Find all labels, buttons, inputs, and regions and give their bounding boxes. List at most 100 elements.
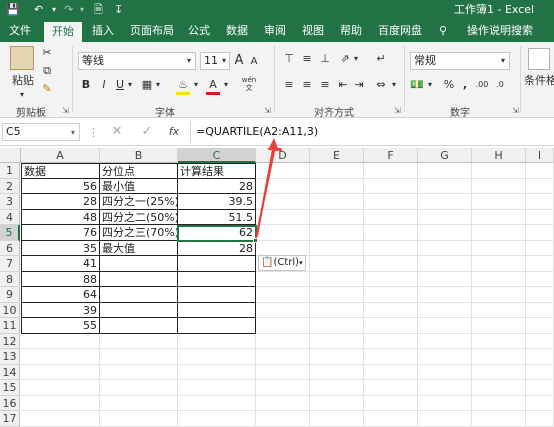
cell-g7[interactable] [418,256,472,272]
number-launcher-icon[interactable]: ⇲ [512,106,519,115]
tell-me-search[interactable]: 操作说明搜索 [454,20,546,42]
column-header-c[interactable]: C [178,148,256,163]
cell-c9[interactable] [178,287,256,303]
cell-f6[interactable] [364,240,418,256]
cell-a8[interactable]: 88 [21,271,100,287]
row-header-14[interactable]: 14 [0,364,20,380]
cell-c13[interactable] [178,349,256,365]
cell-a5[interactable]: 76 [21,225,100,241]
cell-i5[interactable] [526,225,554,241]
tab-data[interactable]: 数据 [220,20,254,42]
cell-g13[interactable] [418,349,472,365]
cut-icon[interactable]: ✂ [40,46,54,60]
cell-h6[interactable] [472,240,526,256]
cell-c16[interactable] [178,395,256,411]
cell-i12[interactable] [526,333,554,349]
cell-e8[interactable] [310,271,364,287]
cell-d13[interactable] [256,349,310,365]
cell-b1[interactable]: 分位点 [100,163,178,179]
cell-g3[interactable] [418,194,472,210]
column-header-i[interactable]: I [526,148,554,163]
bold-button[interactable]: B [80,78,92,92]
cell-i6[interactable] [526,240,554,256]
clipboard-paste-icon[interactable] [10,46,34,70]
comma-style-button[interactable]: , [460,78,470,92]
italic-button[interactable]: I [98,78,110,92]
cell-i2[interactable] [526,178,554,194]
cell-h14[interactable] [472,364,526,380]
cell-d10[interactable] [256,302,310,318]
cell-b16[interactable] [100,395,178,411]
fill-color-dropdown-icon[interactable]: ▾ [192,78,200,92]
cell-d9[interactable] [256,287,310,303]
cell-c10[interactable] [178,302,256,318]
cell-a6[interactable]: 35 [21,240,100,256]
cell-a13[interactable] [21,349,100,365]
cell-b5[interactable]: 四分之三(70%) [100,225,178,241]
cell-g15[interactable] [418,380,472,396]
align-left-icon[interactable]: ≡ [282,78,296,92]
cell-e14[interactable] [310,364,364,380]
cell-e11[interactable] [310,318,364,334]
cell-h8[interactable] [472,271,526,287]
cell-e15[interactable] [310,380,364,396]
decrease-decimal-icon[interactable]: .0 [492,78,508,92]
row-header-8[interactable]: 8 [0,271,20,287]
save-icon[interactable]: 💾 [6,0,20,20]
cell-b14[interactable] [100,364,178,380]
redo-icon[interactable]: ↷ [64,0,73,20]
cell-a10[interactable]: 39 [21,302,100,318]
cell-e12[interactable] [310,333,364,349]
cell-b15[interactable] [100,380,178,396]
cell-e1[interactable] [310,163,364,179]
cell-h17[interactable] [472,411,526,427]
column-header-b[interactable]: B [100,148,178,163]
cell-i9[interactable] [526,287,554,303]
tab-formulas[interactable]: 公式 [182,20,216,42]
cell-g1[interactable] [418,163,472,179]
undo-icon[interactable]: ↶ [34,0,43,20]
cell-i10[interactable] [526,302,554,318]
column-header-f[interactable]: F [364,148,418,163]
phonetic-guide-icon[interactable]: wén 文 [238,76,260,92]
cell-c11[interactable] [178,318,256,334]
cell-d4[interactable] [256,209,310,225]
cell-f15[interactable] [364,380,418,396]
cell-d8[interactable] [256,271,310,287]
underline-button[interactable]: U [114,78,126,92]
cell-h5[interactable] [472,225,526,241]
row-header-5[interactable]: 5 [0,225,20,241]
cell-i1[interactable] [526,163,554,179]
cell-g12[interactable] [418,333,472,349]
font-name-select[interactable]: 等线 [78,52,196,70]
cell-b10[interactable] [100,302,178,318]
cell-c8[interactable] [178,271,256,287]
increase-decimal-icon[interactable]: .00 [474,78,490,92]
row-header-12[interactable]: 12 [0,333,20,349]
cell-e4[interactable] [310,209,364,225]
cell-a14[interactable] [21,364,100,380]
cell-h1[interactable] [472,163,526,179]
row-header-11[interactable]: 11 [0,318,20,334]
accounting-dropdown-icon[interactable]: ▾ [426,78,434,92]
paste-dropdown-icon[interactable]: ▾ [14,88,30,102]
font-launcher-icon[interactable]: ⇲ [264,106,271,115]
cell-b4[interactable]: 四分之二(50%) [100,209,178,225]
cell-g8[interactable] [418,271,472,287]
cell-a15[interactable] [21,380,100,396]
tab-baidu-netdisk[interactable]: 百度网盘 [372,20,428,42]
cell-i15[interactable] [526,380,554,396]
cell-h10[interactable] [472,302,526,318]
cell-d3[interactable] [256,194,310,210]
align-center-icon[interactable]: ≡ [300,78,314,92]
cell-d6[interactable] [256,240,310,256]
cell-a17[interactable] [21,411,100,427]
cell-h4[interactable] [472,209,526,225]
cell-f9[interactable] [364,287,418,303]
cell-h11[interactable] [472,318,526,334]
row-header-17[interactable]: 17 [0,411,20,427]
fill-color-icon[interactable]: ♨ [176,78,190,95]
cell-h12[interactable] [472,333,526,349]
tab-home[interactable]: 开始 [44,22,82,42]
cell-a2[interactable]: 56 [21,178,100,194]
